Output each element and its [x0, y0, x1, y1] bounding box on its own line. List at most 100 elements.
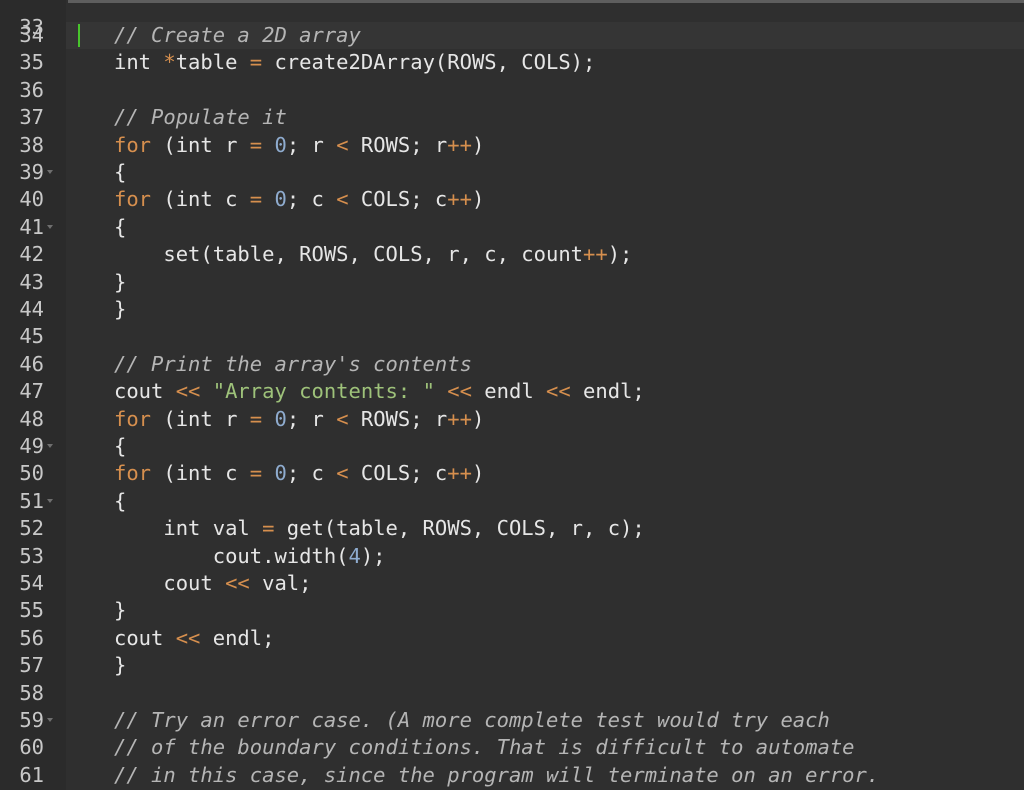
code-line[interactable]: 45: [0, 323, 1024, 350]
text-cursor: [78, 24, 80, 47]
code-token: <: [336, 132, 349, 157]
code-line[interactable]: 56 cout << endl;: [0, 625, 1024, 652]
code-line[interactable]: 59 // Try an error case. (A more complete…: [0, 707, 1024, 734]
code-line[interactable]: 39 {: [0, 159, 1024, 186]
code-token: cout: [114, 571, 226, 595]
code-line[interactable]: 58: [0, 680, 1024, 707]
code-token: get(table, ROWS, COLS, r, c);: [274, 516, 645, 541]
code-token: val;: [249, 571, 312, 595]
code-line[interactable]: 34 // Create a 2D array: [0, 22, 1024, 49]
code-line[interactable]: 52 int val = get(table, ROWS, COLS, r, c…: [0, 515, 1024, 542]
line-number: 53: [19, 543, 44, 568]
line-number: 46: [19, 351, 44, 376]
code-line[interactable]: 49 {: [0, 433, 1024, 460]
code-token: }: [114, 653, 127, 678]
code-token: int: [114, 50, 164, 75]
code-text: {: [114, 214, 126, 241]
line-number: 51: [19, 488, 44, 513]
code-token: endl;: [570, 379, 645, 404]
code-line[interactable]: 37 // Populate it: [0, 104, 1024, 131]
code-token: 4: [348, 543, 361, 568]
code-line[interactable]: 46 // Print the array's contents: [0, 351, 1024, 378]
code-token: // Try an error case. (A more complete t…: [114, 708, 830, 732]
code-token: ++: [447, 187, 472, 212]
code-token: ): [471, 187, 485, 212]
code-line[interactable]: 60 // of the boundary conditions. That is…: [0, 734, 1024, 761]
line-number: 44: [19, 297, 44, 321]
code-line[interactable]: 44}: [0, 296, 1024, 323]
line-number: 48: [19, 406, 44, 431]
code-token: // Print the array's contents: [114, 351, 472, 376]
code-text: cout << val;: [114, 570, 312, 597]
code-line[interactable]: 51 {: [0, 488, 1024, 515]
code-text: int *table = create2DArray(ROWS, COLS);: [114, 49, 595, 76]
code-token: }: [114, 269, 127, 294]
line-number: 52: [19, 516, 44, 541]
line-number: 55: [19, 598, 44, 623]
code-token: ++: [583, 242, 608, 267]
code-token: <: [336, 187, 349, 212]
code-line[interactable]: 54 cout << val;: [0, 570, 1024, 597]
code-token: for: [114, 187, 152, 212]
code-line[interactable]: 53 cout.width(4);: [0, 543, 1024, 570]
code-token: // Populate it: [114, 105, 287, 130]
code-token: ; r: [286, 406, 337, 431]
code-token: int val: [114, 516, 263, 541]
code-token: ): [471, 461, 485, 486]
code-line[interactable]: 36: [0, 77, 1024, 104]
code-text: {: [114, 433, 126, 460]
code-token: {: [114, 160, 127, 184]
code-text: for (int c = 0; c < COLS; c++): [114, 186, 484, 213]
code-line[interactable]: 61 // in this case, since the program wil…: [0, 762, 1024, 789]
code-token: for: [114, 461, 152, 486]
code-token: COLS; c: [348, 187, 448, 212]
code-token: cout: [114, 379, 176, 404]
code-text: for (int c = 0; c < COLS; c++): [114, 460, 484, 487]
code-line[interactable]: 50 for (int c = 0; c < COLS; c++): [0, 460, 1024, 487]
code-token: for: [114, 132, 152, 157]
code-token: <<: [175, 379, 201, 404]
code-line[interactable]: 43}: [0, 269, 1024, 296]
code-token: =: [249, 406, 263, 431]
code-text: // Create a 2D array: [114, 22, 361, 49]
code-token: =: [262, 516, 275, 541]
code-token: 0: [274, 461, 287, 486]
code-token: table: [175, 50, 250, 75]
code-token: set(table, ROWS, COLS, r, c, count: [114, 242, 583, 267]
code-token: (int r: [151, 406, 250, 431]
code-line[interactable]: 42 set(table, ROWS, COLS, r, c, count++)…: [0, 241, 1024, 268]
code-line[interactable]: 38 for (int r = 0; r < ROWS; r++): [0, 132, 1024, 159]
code-token: <<: [447, 379, 472, 404]
code-token: =: [249, 461, 263, 486]
code-line[interactable]: 48 for (int r = 0; r < ROWS; r++): [0, 406, 1024, 433]
code-editor[interactable]: 33 34 // Create a 2D array 35 int *table = …: [0, 0, 1024, 790]
code-token: <<: [175, 625, 201, 650]
code-line[interactable]: 41 {: [0, 214, 1024, 241]
code-line[interactable]: 57}: [0, 652, 1024, 679]
line-number: 43: [19, 269, 44, 294]
code-token: {: [114, 214, 127, 239]
fold-arrow-icon[interactable]: [47, 718, 53, 722]
code-line[interactable]: 55}: [0, 597, 1024, 624]
code-token: );: [360, 543, 386, 568]
line-number: 37: [19, 105, 44, 130]
fold-arrow-icon[interactable]: [47, 498, 53, 503]
code-token: *: [163, 50, 176, 75]
fold-arrow-icon[interactable]: [47, 170, 53, 174]
code-line[interactable]: 40 for (int c = 0; c < COLS; c++): [0, 186, 1024, 213]
code-text: {: [114, 159, 126, 186]
fold-arrow-icon[interactable]: [47, 224, 53, 229]
code-token: // in this case, since the program will …: [114, 762, 880, 787]
code-line[interactable]: 35 int *table = create2DArray(ROWS, COLS)…: [0, 49, 1024, 76]
code-token: }: [114, 598, 127, 623]
code-token: =: [249, 50, 263, 75]
line-number: 39: [19, 160, 44, 184]
line-number: 42: [19, 242, 44, 267]
code-line[interactable]: 47 cout << "Array contents: " << endl << …: [0, 378, 1024, 405]
code-text: for (int r = 0; r < ROWS; r++): [114, 406, 484, 433]
code-token: cout: [114, 625, 176, 650]
fold-arrow-icon[interactable]: [47, 444, 53, 448]
